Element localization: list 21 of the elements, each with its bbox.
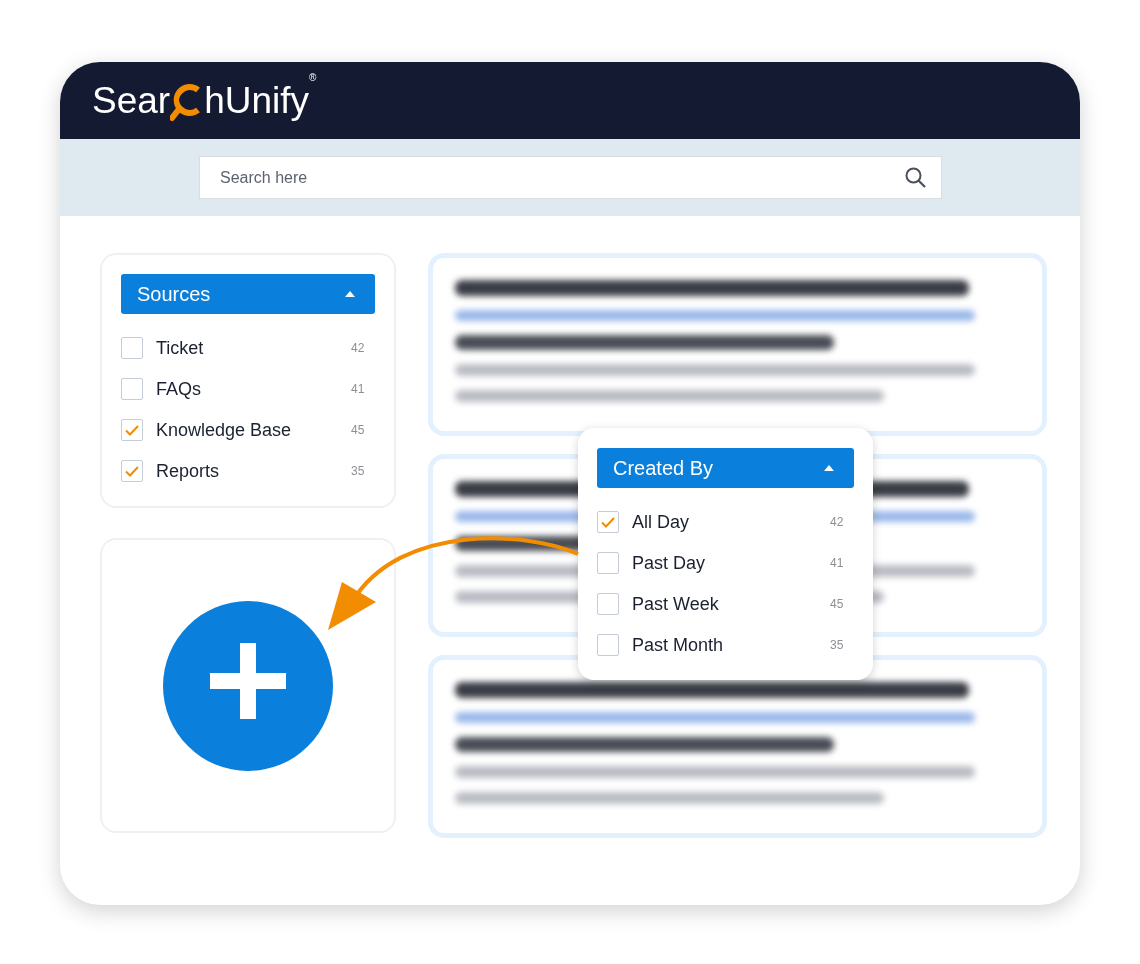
facet-title: Sources: [137, 282, 211, 306]
option-count: 42: [351, 341, 366, 355]
logo-text: hUnify: [204, 79, 310, 122]
logo-text: Sear: [92, 79, 171, 122]
option-count: 45: [830, 597, 845, 611]
option-label: Past Month: [632, 634, 725, 656]
option-label: Past Day: [632, 552, 707, 574]
option-label: Knowledge Base: [156, 419, 293, 441]
option-label: Ticket: [156, 337, 205, 359]
option-count: 45: [351, 423, 366, 437]
option-count: 41: [351, 382, 366, 396]
option-label: FAQs: [156, 378, 202, 400]
option-count: 42: [830, 515, 845, 529]
option-label: Reports: [156, 460, 221, 482]
option-count: 35: [830, 638, 845, 652]
option-label: All Day: [632, 511, 690, 533]
option-label: Past Week: [632, 593, 720, 615]
option-count: 35: [351, 464, 366, 478]
facet-title: Created By: [613, 456, 714, 480]
option-count: 41: [830, 556, 845, 570]
registered-mark: ®: [309, 71, 317, 83]
